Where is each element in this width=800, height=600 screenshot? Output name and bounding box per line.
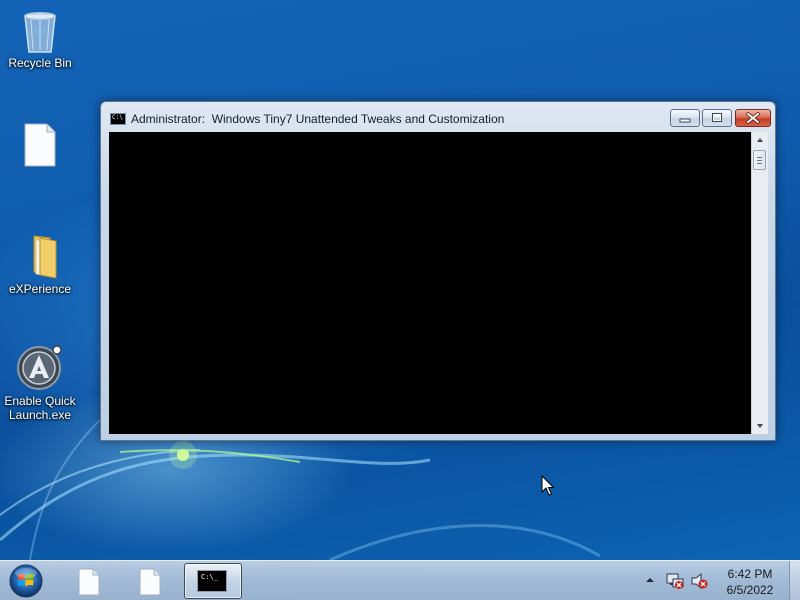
desktop-icon-recycle-bin[interactable]: Recycle Bin: [0, 6, 80, 70]
scroll-up-button[interactable]: [752, 132, 768, 149]
desktop-icon-enable-quick-launch[interactable]: Enable Quick Launch.exe: [0, 344, 80, 422]
close-icon: [746, 112, 760, 124]
scroll-thumb[interactable]: [753, 150, 766, 170]
folder-icon: [16, 232, 64, 280]
maximize-button[interactable]: [702, 109, 732, 127]
cmd-icon-text: C:\: [112, 114, 123, 121]
document-icon: [139, 568, 161, 596]
show-desktop-button[interactable]: [789, 561, 800, 600]
tray-clock[interactable]: 6:42 PM 6/5/2022: [712, 566, 788, 598]
start-button[interactable]: [6, 562, 46, 600]
title-bar[interactable]: C:\ Administrator: Windows Tiny7 Unatten…: [101, 102, 775, 130]
minimize-button[interactable]: [670, 109, 700, 127]
cmd-icon: C:\_: [197, 570, 227, 592]
taskbar-button-console[interactable]: C:\_: [184, 563, 242, 599]
vertical-scrollbar[interactable]: [751, 132, 768, 434]
taskbar-button-document-2[interactable]: [122, 563, 176, 599]
maximize-icon: [712, 113, 722, 122]
clock-time: 6:42 PM: [727, 567, 773, 581]
desktop-icon-label: Recycle Bin: [8, 56, 72, 70]
document-icon: [16, 122, 64, 170]
mouse-pointer-icon: [541, 475, 555, 496]
network-warning-icon[interactable]: [666, 572, 684, 590]
arrow-down-icon: [757, 424, 763, 428]
desktop-icon-document[interactable]: [0, 122, 80, 172]
console-text: [109, 132, 751, 136]
cmd-icon-text: C:\_: [201, 573, 218, 581]
cmd-icon: C:\: [110, 113, 126, 125]
console-window[interactable]: C:\ Administrator: Windows Tiny7 Unatten…: [100, 101, 776, 441]
taskbar[interactable]: C:\_ 6:42 PM 6/5/2022: [0, 560, 800, 600]
desktop-icon-label: eXPerience: [8, 282, 72, 296]
volume-muted-icon[interactable]: [691, 572, 709, 590]
console-output[interactable]: [109, 132, 751, 434]
close-button[interactable]: [735, 109, 771, 127]
show-hidden-icons-chevron[interactable]: [645, 575, 655, 585]
recycle-bin-icon: [16, 6, 64, 54]
windows-start-orb: [9, 564, 43, 598]
clock-date: 6/5/2022: [726, 583, 774, 597]
desktop-icon-label: Enable Quick Launch.exe: [4, 394, 76, 422]
scroll-down-button[interactable]: [752, 417, 768, 434]
arrow-up-icon: [757, 138, 763, 142]
minimize-icon: [679, 118, 691, 123]
taskbar-button-document-1[interactable]: [61, 563, 115, 599]
window-title: Administrator: Windows Tiny7 Unattended …: [131, 112, 505, 126]
desktop[interactable]: Recycle Bin eXPerience Enable Quick Laun…: [0, 0, 800, 600]
document-icon: [78, 568, 100, 596]
app-a-icon: [16, 344, 64, 392]
desktop-icon-experience-folder[interactable]: eXPerience: [0, 232, 80, 296]
